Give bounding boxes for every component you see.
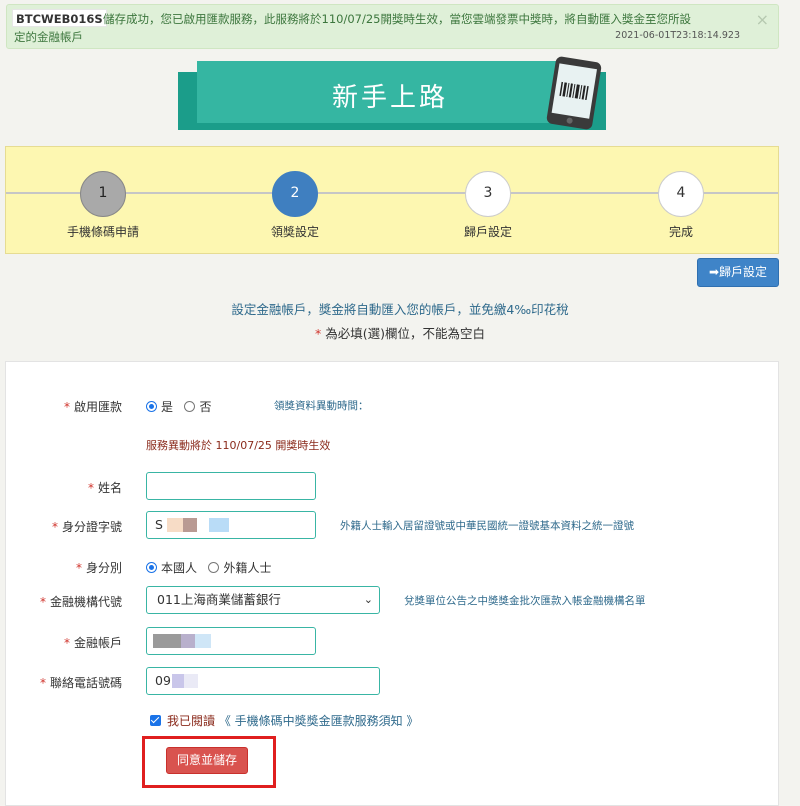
id-number-input[interactable]: S <box>146 511 316 539</box>
identity-radios: 本國人 外籍人士 <box>146 559 271 576</box>
id-number-hint: 外籍人士輸入居留證號或中華民國統一證號基本資料之統一證號 <box>340 520 634 532</box>
effective-note: 服務異動將於 110/07/25 開獎時生效 <box>146 439 331 452</box>
banner: 新手上路 <box>197 61 583 123</box>
account-label: * 金融帳戶 <box>63 636 122 650</box>
alert-message-line1: 儲存成功，您已啟用匯款服務，此服務將於110/07/25開獎時生效，當您雲端發票… <box>103 12 691 26</box>
step-1: 1 手機條碼申請 <box>43 171 163 240</box>
bank-code-hint: 兌獎單位公告之中獎獎金批次匯款入帳金融機構名單 <box>404 595 646 607</box>
radio-dot-icon <box>146 562 157 573</box>
step-4: 4 完成 <box>621 171 741 240</box>
page-title: 新手上路 <box>331 83 448 113</box>
id-prefix: S <box>155 517 163 532</box>
redacted-block <box>181 634 195 648</box>
step-number: 3 <box>465 171 511 217</box>
radio-foreigner[interactable]: 外籍人士 <box>208 561 271 575</box>
identity-label: * 身分別 <box>75 561 122 575</box>
info-text: 設定金融帳戶，獎金將自動匯入您的帳戶，並免繳4‰印花稅 <box>231 302 569 317</box>
step-label: 手機條碼申請 <box>66 225 139 239</box>
settings-form: * 啟用匯款 是 否 領獎資料異動時間： 服務異動將於 110/07/25 開獎時… <box>5 361 779 806</box>
phone-label: * 聯絡電話號碼 <box>39 676 122 690</box>
agree-and-save-button[interactable]: 同意並儲存 <box>166 747 248 774</box>
step-3: 3 歸戶設定 <box>428 171 548 240</box>
redacted-block <box>184 674 198 688</box>
close-icon[interactable]: × <box>756 10 769 29</box>
name-input[interactable] <box>146 472 316 500</box>
agree-row: 我已閱讀 《 手機條碼中獎獎金匯款服務須知 》 <box>150 712 418 729</box>
radio-enable-no[interactable]: 否 <box>184 400 211 414</box>
redacted-block <box>167 518 183 532</box>
phone-input[interactable]: 09 <box>146 667 380 695</box>
redacted-block <box>195 634 211 648</box>
account-setup-button[interactable]: ➡歸戶設定 <box>697 258 779 287</box>
alert-code: BTCWEB016S <box>12 9 107 27</box>
success-alert: BTCWEB016S 儲存成功，您已啟用匯款服務，此服務將於110/07/25開… <box>6 4 779 49</box>
bank-code-value: 011上海商業儲蓄銀行 <box>157 592 281 607</box>
enable-transfer-radios: 是 否 <box>146 398 211 415</box>
step-label: 歸戶設定 <box>463 225 512 239</box>
required-note: * 為必填(選)欄位，不能為空白 <box>0 323 800 342</box>
bank-code-select[interactable]: 011上海商業儲蓄銀行 ⌄ <box>146 586 380 614</box>
progress-steps: 1 手機條碼申請 2 領獎設定 3 歸戶設定 4 完成 <box>5 146 779 254</box>
radio-citizen[interactable]: 本國人 <box>146 561 197 575</box>
step-2: 2 領獎設定 <box>235 171 355 240</box>
id-number-label: * 身分證字號 <box>51 520 122 534</box>
step-label: 領獎設定 <box>270 225 319 239</box>
redacted-block <box>209 518 229 532</box>
phone-prefix: 09 <box>155 673 171 688</box>
terms-link[interactable]: 《 手機條碼中獎獎金匯款服務須知 》 <box>219 714 419 728</box>
alert-timestamp: 2021-06-01T23:18:14.923 <box>615 30 740 41</box>
chevron-down-icon: ⌄ <box>363 593 373 606</box>
account-input[interactable] <box>146 627 316 655</box>
step-number: 2 <box>272 171 318 217</box>
redacted-block <box>153 634 181 648</box>
agree-text: 我已閱讀 <box>167 714 216 728</box>
radio-enable-yes[interactable]: 是 <box>146 400 173 414</box>
redacted-block <box>183 518 197 532</box>
change-time-label: 領獎資料異動時間： <box>274 400 369 412</box>
enable-transfer-label: * 啟用匯款 <box>63 400 122 414</box>
radio-dot-icon <box>146 401 157 412</box>
required-note-text: 為必填(選)欄位，不能為空白 <box>321 326 485 341</box>
step-number: 4 <box>658 171 704 217</box>
radio-dot-icon <box>184 401 196 412</box>
bank-code-label: * 金融機構代號 <box>39 595 122 609</box>
redacted-block <box>172 674 184 688</box>
agree-checkbox[interactable] <box>150 715 161 726</box>
step-number: 1 <box>80 171 126 217</box>
radio-dot-icon <box>208 562 220 573</box>
step-label: 完成 <box>668 225 693 239</box>
name-label: * 姓名 <box>87 481 122 495</box>
alert-message-line2: 定的金融帳戶 <box>14 30 83 44</box>
